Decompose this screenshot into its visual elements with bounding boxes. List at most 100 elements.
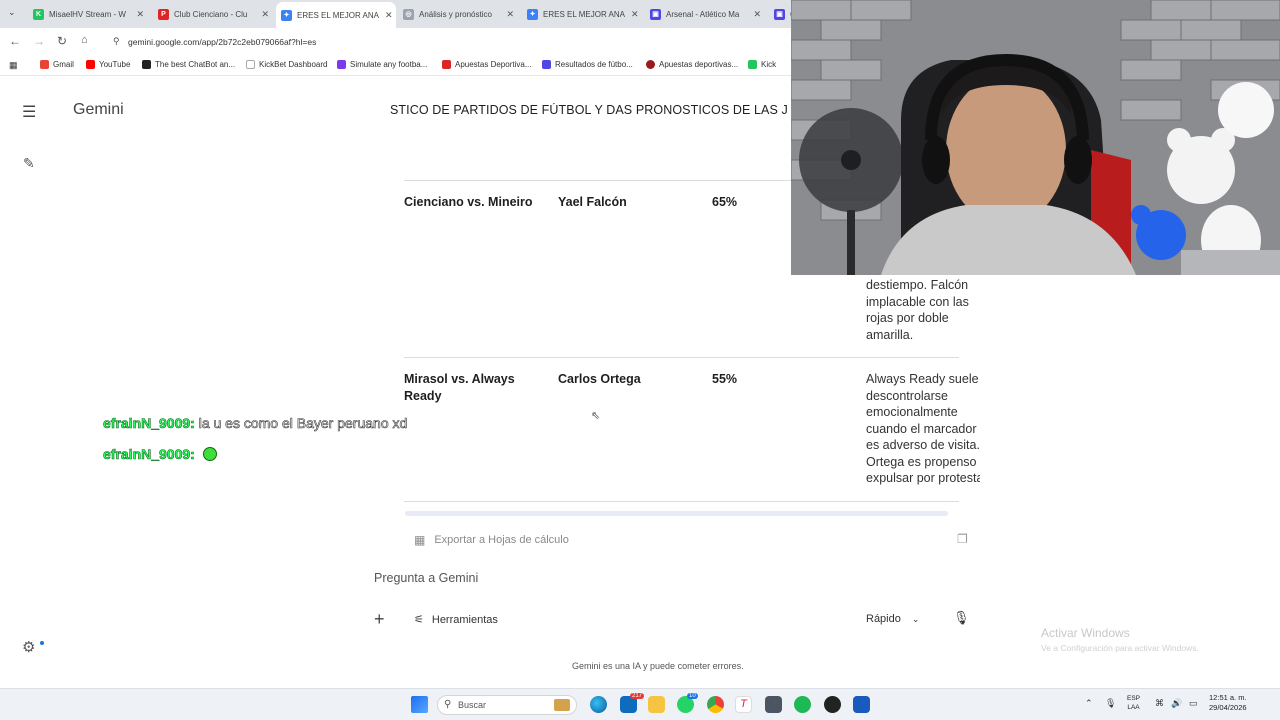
tab-label: ERES EL MEJOR ANA [543,9,625,19]
table-divider [404,501,959,502]
row2-referee: Carlos Ortega [558,372,641,386]
volume-icon[interactable]: 🔊 [1171,698,1182,709]
obs-icon[interactable] [824,696,841,713]
close-icon[interactable]: ✕ [747,9,767,20]
bookmark-label: Gmail [53,60,74,69]
bookmark-label: KickBet Dashboard [259,60,328,69]
settings-gear-icon[interactable]: ⚙ [22,638,35,656]
tab-label: ERES EL MEJOR ANA [297,10,379,20]
chrome-icon[interactable] [707,696,724,713]
text-app-icon[interactable]: T [735,696,752,713]
close-icon[interactable]: ✕ [500,9,520,20]
battery-icon[interactable]: ▭ [1189,698,1198,709]
row1-reason-line: amarilla. [866,328,914,342]
bookmark-youtube[interactable]: YouTube [86,60,130,69]
word-icon[interactable] [853,696,870,713]
new-chat-icon[interactable]: ✎ [23,155,35,172]
home-icon[interactable]: ⌂ [81,34,88,46]
model-mode-dropdown[interactable]: Rápido ⌄ [866,613,919,625]
tab-analisis-pronosticos[interactable]: ◎ Análisis y pronóstico ✕ [400,3,520,25]
bookmark-gmail[interactable]: Gmail [40,60,74,69]
bookmark-kick[interactable]: Kick [748,60,776,69]
tray-mic-icon[interactable]: 🎙 [1105,698,1116,709]
bookmark-kickbet[interactable]: KickBet Dashboard [246,60,327,69]
globe-favicon-icon: ◎ [403,8,414,20]
taskbar-clock[interactable]: 12:51 a. m. 29/04/2026 [1209,693,1247,713]
news-favicon-icon: ▣ [774,8,785,20]
bookmark-apuestas-1[interactable]: Apuestas Deportiva... [442,60,531,69]
search-icon: ⚲ [444,699,452,710]
chevron-down-icon: ⌄ [911,614,920,624]
chat-message: efrainN_9009: [103,446,217,462]
copy-icon[interactable]: ❐ [957,532,968,546]
tab-label: Análisis y pronóstico [419,9,492,19]
chat-message: efrainN_9009: la u es como el Bayer peru… [103,415,408,432]
windows-start-icon[interactable] [411,696,428,713]
reload-icon[interactable]: ↻ [57,34,67,48]
close-icon[interactable]: ✕ [130,9,150,20]
webcam-image [791,0,1280,275]
bookmark-simulate[interactable]: Simulate any footba... [337,60,427,69]
activate-windows-title: Activar Windows [1041,626,1130,640]
table-scrollbar[interactable] [405,511,948,516]
spotify-icon[interactable] [794,696,811,713]
input-language[interactable]: ESP LAA [1127,694,1140,712]
simulate-icon [337,60,346,69]
row2-reason-line: Ortega es propenso [866,455,977,469]
tab-arsenal-atletico[interactable]: ▣ Arsenal - Atlético Ma ✕ [647,3,767,25]
export-sheets-button[interactable]: ▦ Exportar a Hojas de cálculo [414,533,569,547]
url-input[interactable]: ⚲ gemini.google.com/app/2b72c2eb079066af… [104,32,790,52]
bookmark-label: Apuestas deportivas... [659,60,739,69]
microphone-icon[interactable]: 🎙 [953,610,970,626]
tab-list-chevron-icon[interactable]: ⌄ [8,7,16,18]
gemini-brand[interactable]: Gemini [73,101,124,119]
tray-chevron-icon[interactable]: ⌃ [1085,698,1093,709]
forward-arrow-icon[interactable]: → [33,34,45,48]
menu-icon[interactable]: ☰ [22,102,36,122]
tools-sliders-icon: ⚟ [414,614,424,626]
row1-reason-line: implacable con las [866,295,969,309]
row2-match-line1: Mirasol vs. Always [404,372,515,386]
news-icon [542,60,551,69]
tools-label: Herramientas [431,613,498,626]
bookmark-chatbot[interactable]: The best ChatBot an... [142,60,235,69]
whatsapp-badge: 10 [687,693,698,699]
close-icon[interactable]: ✕ [625,9,644,20]
bookmark-label: Simulate any footba... [350,60,428,69]
taskbar-search-input[interactable]: ⚲ Buscar [437,695,577,715]
apps-grid-icon[interactable]: ▦ [9,60,18,71]
tab-eres-el-mejor-active[interactable]: ✦ ERES EL MEJOR ANA ✕ [276,2,396,28]
bookmark-apuestas-2[interactable]: Apuestas deportivas... [646,60,738,69]
close-icon[interactable]: ✕ [255,9,275,20]
row1-match: Cienciano vs. Mineiro [404,195,533,209]
bookmark-resultados[interactable]: Resultados de fútbo... [542,60,633,69]
youtube-icon [86,60,95,69]
prompt-input[interactable]: Pregunta a Gemini [374,571,478,585]
lang-layout: LAA [1127,704,1140,711]
add-files-plus-icon[interactable]: + [374,609,385,630]
network-icon[interactable]: ⌘ [1155,698,1164,709]
site-info-icon[interactable]: ⚲ [113,36,120,47]
kick-favicon-icon: K [33,8,44,20]
tab-overflow[interactable]: ▣ C [771,3,791,25]
search-highlight-icon [554,699,570,711]
webcam-overlay [791,0,1280,275]
gmail-icon [40,60,49,69]
row2-reason-line: Always Ready suele [866,372,979,386]
close-icon[interactable]: ✕ [379,10,396,21]
response-heading: STICO DE PARTIDOS DE FÚTBOL Y DAS PRONOS… [390,103,788,117]
kickbet-icon [246,60,255,69]
back-arrow-icon[interactable]: ← [9,34,21,48]
bookmark-label: Apuestas Deportiva... [455,60,532,69]
calculator-icon[interactable] [765,696,782,713]
edge-icon[interactable] [590,696,607,713]
row2-reason-line: expulsar por protesta [866,471,980,485]
row2-reason-line: es adverso de visita. [866,438,980,452]
search-label: Buscar [458,700,487,710]
tab-misaelhv-stream[interactable]: K MisaelHV Stream - W ✕ [30,3,150,25]
row2-reason-line: emocionalmente [866,405,958,419]
file-explorer-icon[interactable] [648,696,665,713]
tab-club-cienciano[interactable]: P Club Cienciano - Clu ✕ [155,3,275,25]
tools-button[interactable]: ⚟ Herramientas [414,613,498,627]
tab-eres-el-mejor-2[interactable]: ✦ ERES EL MEJOR ANA ✕ [524,3,644,25]
